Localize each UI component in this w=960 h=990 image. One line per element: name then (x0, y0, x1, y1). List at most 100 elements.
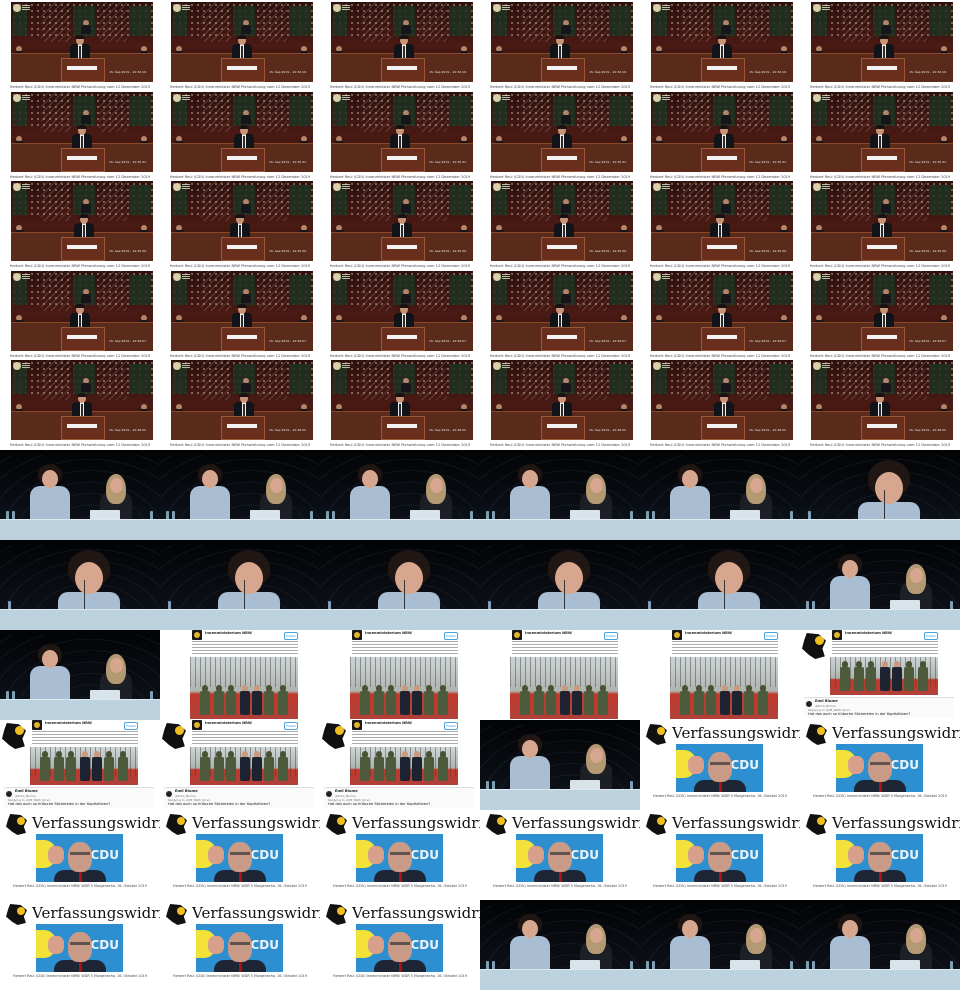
thumbnail-parliament[interactable]: 15. Sep 2019 – 10:36:07 Herbert Reul (CDU… (160, 268, 320, 359)
thumbnail-verfassungswidrig[interactable]: Verfassungswidrig? CDU Herbert Reul (CDU) … (160, 810, 320, 900)
reply-tweet[interactable]: Emil Blume @Emil_Blume Replying to @IM_NRW… (4, 787, 154, 808)
thumbnail-parliament[interactable]: 15. Sep 2019 – 10:36:25 Herbert Reul (CDU… (800, 358, 960, 449)
thumbnail-studio-wide[interactable] (640, 900, 800, 990)
thumbnail-verfassungswidrig[interactable]: Verfassungswidrig? CDU Herbert Reul (CDU) … (640, 810, 800, 900)
thumbnail-parliament[interactable]: 15. Sep 2019 – 10:35:31 Herbert Reul (CDU… (480, 89, 640, 180)
thumbnail-tweet[interactable]: Innenministerium NRW Follow (640, 630, 800, 720)
thumbnail-parliament[interactable]: 15. Sep 2019 – 10:35:49 Herbert Reul (CDU… (800, 179, 960, 270)
tweet-text (32, 731, 138, 745)
thumbnail-parliament[interactable]: 15. Sep 2019 – 10:35:31 Herbert Reul (CDU… (320, 89, 480, 180)
thumbnail-parliament[interactable]: 15. Sep 2019 – 10:35:31 Herbert Reul (CDU… (800, 89, 960, 180)
tweet-photo[interactable] (30, 747, 138, 785)
thumbnail-studio-wide[interactable] (480, 900, 640, 990)
thumbnail-studio-closeup[interactable] (160, 540, 320, 630)
tweet-photo[interactable] (830, 657, 938, 695)
frame-caption: Herbert Reul (CDU) Innenminister NRW: WD… (333, 974, 467, 978)
thumbnail-parliament[interactable]: 15. Sep 2019 – 10:36:07 Herbert Reul (CDU… (640, 268, 800, 359)
thumbnail-parliament[interactable]: 15. Sep 2019 – 10:34:19 Herbert Reul (CDU… (480, 0, 640, 90)
reply-tweet[interactable]: Emil Blume @Emil_Blume Replying to @IM_NRW… (804, 697, 954, 718)
hair (717, 303, 727, 308)
thumbnail-studio-wide[interactable] (480, 450, 640, 540)
thumbnail-tweet[interactable]: Innenministerium NRW Follow (160, 630, 320, 720)
thumbnail-tweet[interactable]: Innenministerium NRW Follow Emil Blume @Emi… (800, 630, 960, 720)
thumbnail-parliament[interactable]: 15. Sep 2019 – 10:35:49 Herbert Reul (CDU… (160, 179, 320, 270)
thumbnail-verfassungswidrig[interactable]: Verfassungswidrig? CDU Herbert Reul (CDU) … (640, 720, 800, 810)
thumbnail-verfassungswidrig[interactable]: Verfassungswidrig? CDU Herbert Reul (CDU) … (480, 810, 640, 900)
thumbnail-tweet[interactable]: Innenministerium NRW Follow (480, 630, 640, 720)
tie (883, 314, 885, 327)
follow-button[interactable]: Follow (604, 632, 618, 640)
thumbnail-parliament[interactable]: 15. Sep 2019 – 10:36:25 Herbert Reul (CDU… (0, 358, 160, 449)
tweet-photo[interactable] (510, 657, 618, 719)
thumbnail-parliament[interactable]: 15. Sep 2019 – 10:35:31 Herbert Reul (CDU… (0, 89, 160, 180)
thumbnail-studio-closeup[interactable] (0, 540, 160, 630)
thumbnail-studio-wide[interactable] (800, 540, 960, 630)
thumbnail-studio-closeup[interactable] (800, 450, 960, 540)
thumbnail-studio-wide[interactable] (320, 450, 480, 540)
tweet-photo[interactable] (190, 747, 298, 785)
thumbnail-parliament[interactable]: 15. Sep 2019 – 10:36:07 Herbert Reul (CDU… (800, 268, 960, 359)
nameplate (227, 155, 257, 160)
thumbnail-verfassungswidrig[interactable]: Verfassungswidrig? CDU Herbert Reul (CDU) … (320, 810, 480, 900)
thumbnail-studio-wide[interactable] (0, 630, 160, 720)
tweet-photo[interactable] (350, 657, 458, 719)
tie (81, 135, 83, 148)
tie (401, 225, 403, 238)
tweet-text (352, 731, 458, 745)
thumbnail-verfassungswidrig[interactable]: Verfassungswidrig? CDU Herbert Reul (CDU) … (800, 720, 960, 810)
thumbnail-studio-closeup[interactable] (640, 540, 800, 630)
tweet-photo[interactable] (670, 657, 778, 719)
follow-button[interactable]: Follow (284, 632, 298, 640)
follow-button[interactable]: Follow (124, 722, 138, 730)
thumbnail-verfassungswidrig[interactable]: Verfassungswidrig? CDU Herbert Reul (CDU) … (800, 810, 960, 900)
thumbnail-parliament[interactable]: 15. Sep 2019 – 10:34:19 Herbert Reul (CDU… (0, 0, 160, 90)
thumbnail-parliament[interactable]: 15. Sep 2019 – 10:35:49 Herbert Reul (CDU… (480, 179, 640, 270)
thumbnail-parliament[interactable]: 15. Sep 2019 – 10:36:25 Herbert Reul (CDU… (160, 358, 320, 449)
hair (719, 393, 729, 398)
follow-button[interactable]: Follow (284, 722, 298, 730)
thumbnail-studio-wide[interactable] (640, 450, 800, 540)
thumbnail-studio-wide[interactable] (480, 720, 640, 810)
thumbnail-verfassungswidrig[interactable]: Verfassungswidrig? CDU Herbert Reul (CDU) … (320, 900, 480, 990)
thumbnail-tweet[interactable]: Innenministerium NRW Follow Emil Blume @Emi… (0, 720, 160, 810)
wall-pattern (579, 360, 607, 401)
thumbnail-tweet[interactable]: Innenministerium NRW Follow (320, 630, 480, 720)
follow-button[interactable]: Follow (924, 632, 938, 640)
tweet-photo[interactable] (190, 657, 298, 719)
follow-button[interactable]: Follow (444, 722, 458, 730)
thumbnail-parliament[interactable]: 15. Sep 2019 – 10:36:25 Herbert Reul (CDU… (480, 358, 640, 449)
hair (559, 214, 569, 219)
follow-button[interactable]: Follow (764, 632, 778, 640)
thumbnail-studio-closeup[interactable] (480, 540, 640, 630)
thumbnail-parliament[interactable]: 15. Sep 2019 – 10:34:19 Herbert Reul (CDU… (320, 0, 480, 90)
thumbnail-parliament[interactable]: 15. Sep 2019 – 10:36:25 Herbert Reul (CDU… (640, 358, 800, 449)
thumbnail-studio-closeup[interactable] (320, 540, 480, 630)
tweet-photo[interactable] (350, 747, 458, 785)
thumbnail-studio-wide[interactable] (160, 450, 320, 540)
nrw-map-icon (326, 814, 347, 835)
thumbnail-parliament[interactable]: 15. Sep 2019 – 10:36:25 Herbert Reul (CDU… (320, 358, 480, 449)
thumbnail-verfassungswidrig[interactable]: Verfassungswidrig? CDU Herbert Reul (CDU) … (0, 810, 160, 900)
reply-tweet[interactable]: Emil Blume @Emil_Blume Replying to @IM_NRW… (324, 787, 474, 808)
thumbnail-parliament[interactable]: 15. Sep 2019 – 10:35:31 Herbert Reul (CDU… (640, 89, 800, 180)
thumbnail-tweet[interactable]: Innenministerium NRW Follow Emil Blume @Emi… (160, 720, 320, 810)
wall-pattern (841, 2, 871, 42)
thumbnail-studio-wide[interactable] (800, 900, 960, 990)
thumbnail-parliament[interactable]: 15. Sep 2019 – 10:36:07 Herbert Reul (CDU… (320, 268, 480, 359)
follow-button[interactable]: Follow (444, 632, 458, 640)
thumbnail-parliament[interactable]: 15. Sep 2019 – 10:34:19 Herbert Reul (CDU… (160, 0, 320, 90)
seated-person (401, 199, 411, 214)
thumbnail-parliament[interactable]: 15. Sep 2019 – 10:36:07 Herbert Reul (CDU… (0, 268, 160, 359)
thumbnail-parliament[interactable]: 15. Sep 2019 – 10:34:19 Herbert Reul (CDU… (800, 0, 960, 90)
thumbnail-parliament[interactable]: 15. Sep 2019 – 10:34:19 Herbert Reul (CDU… (640, 0, 800, 90)
reply-tweet[interactable]: Emil Blume @Emil_Blume Replying to @IM_NRW… (164, 787, 314, 808)
thumbnail-parliament[interactable]: 15. Sep 2019 – 10:35:31 Herbert Reul (CDU… (160, 89, 320, 180)
thumbnail-parliament[interactable]: 15. Sep 2019 – 10:35:49 Herbert Reul (CDU… (0, 179, 160, 270)
thumbnail-verfassungswidrig[interactable]: Verfassungswidrig? CDU Herbert Reul (CDU) … (0, 900, 160, 990)
thumbnail-studio-wide[interactable] (0, 450, 160, 540)
thumbnail-parliament[interactable]: 15. Sep 2019 – 10:36:07 Herbert Reul (CDU… (480, 268, 640, 359)
thumbnail-tweet[interactable]: Innenministerium NRW Follow Emil Blume @Emi… (320, 720, 480, 810)
thumbnail-parliament[interactable]: 15. Sep 2019 – 10:35:49 Herbert Reul (CDU… (320, 179, 480, 270)
thumbnail-parliament[interactable]: 15. Sep 2019 – 10:35:49 Herbert Reul (CDU… (640, 179, 800, 270)
thumbnail-verfassungswidrig[interactable]: Verfassungswidrig? CDU Herbert Reul (CDU) … (160, 900, 320, 990)
